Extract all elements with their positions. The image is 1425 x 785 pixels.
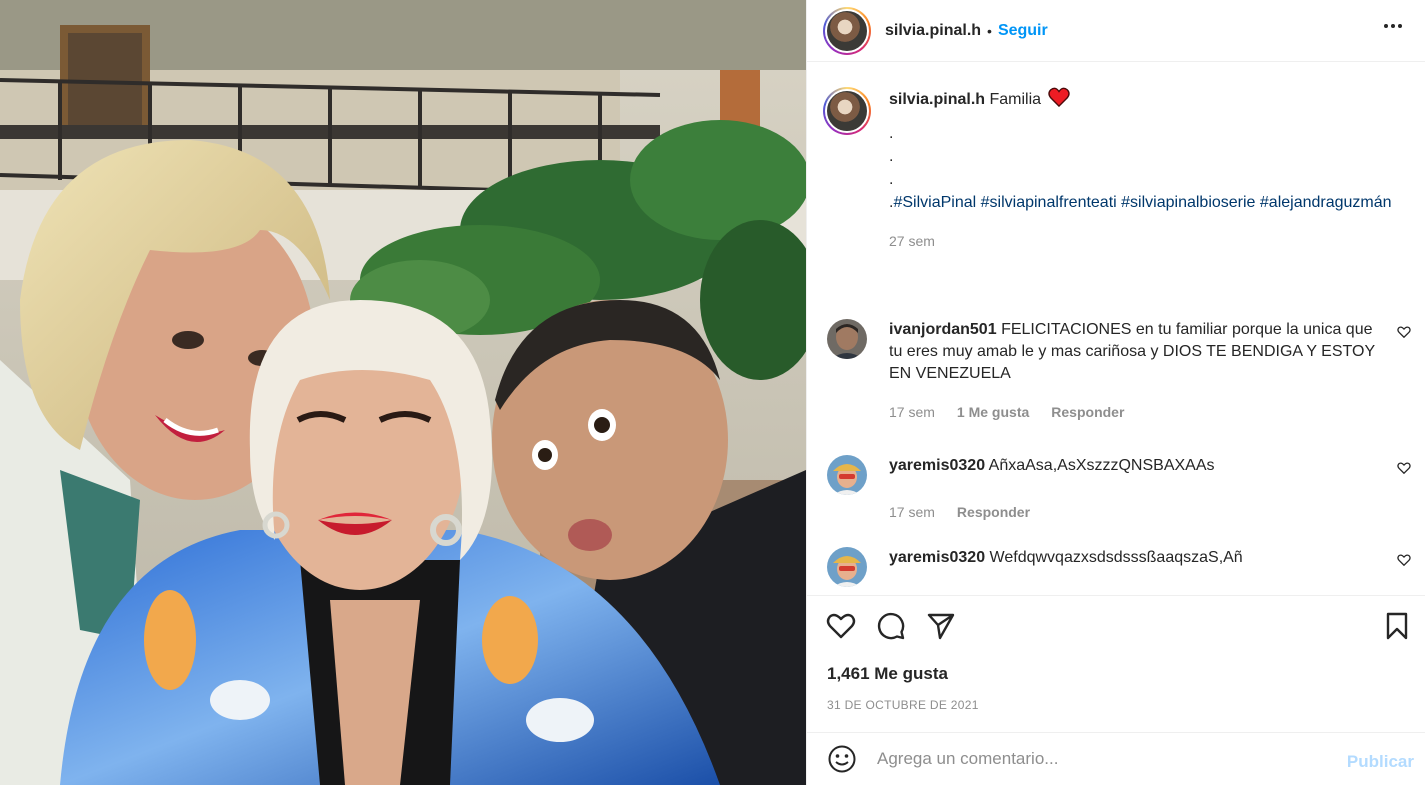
commenter-avatar[interactable] bbox=[827, 319, 867, 359]
emoji-picker-icon[interactable] bbox=[827, 744, 857, 774]
comment-username[interactable]: yaremis0320 bbox=[889, 457, 985, 474]
author-username[interactable]: silvia.pinal.h bbox=[885, 22, 981, 40]
comment-likes[interactable]: 1 Me gusta bbox=[957, 401, 1029, 423]
caption-text: Familia bbox=[989, 91, 1042, 108]
comment-item: yaremis0320 WefdqwvqazxsdsdsssßaaqszaS,A… bbox=[823, 547, 1413, 587]
red-heart-icon bbox=[1047, 87, 1070, 107]
share-icon[interactable] bbox=[925, 610, 957, 642]
comment-time[interactable]: 17 sem bbox=[889, 401, 935, 423]
comment-input[interactable] bbox=[877, 749, 1317, 769]
post-actions: 1,461 Me gusta 31 DE OCTUBRE DE 2021 bbox=[807, 595, 1425, 732]
reply-button[interactable]: Responder bbox=[1051, 401, 1124, 423]
comment-like-icon[interactable] bbox=[1397, 553, 1411, 567]
comment-like-icon[interactable] bbox=[1397, 325, 1411, 339]
commenter-avatar[interactable] bbox=[827, 547, 867, 587]
comment-item: yaremis0320 AñxaAsa,AsXszzzQNSBAXAAs 17 … bbox=[823, 455, 1413, 523]
post-photo[interactable] bbox=[0, 0, 806, 785]
comment-text: AñxaAsa,AsXszzzQNSBAXAAs bbox=[988, 457, 1215, 474]
commenter-avatar[interactable] bbox=[827, 455, 867, 495]
post-date[interactable]: 31 DE OCTUBRE DE 2021 bbox=[827, 698, 979, 712]
hashtag-link[interactable]: #silviapinalbioserie bbox=[1121, 194, 1255, 211]
like-icon[interactable] bbox=[825, 610, 857, 642]
post-caption: silvia.pinal.h Familia . . . .#SilviaPin… bbox=[823, 87, 1413, 252]
header-separator: • bbox=[987, 22, 992, 39]
caption-username[interactable]: silvia.pinal.h bbox=[889, 91, 985, 108]
comment-composer: Publicar bbox=[807, 732, 1425, 785]
hashtag-link[interactable]: #silviapinalfrenteati bbox=[981, 194, 1117, 211]
caption-hashtags: .#SilviaPinal #silviapinalfrenteati #sil… bbox=[889, 194, 1392, 211]
hashtag-link[interactable]: #alejandraguzmán bbox=[1260, 194, 1392, 211]
caption-time[interactable]: 27 sem bbox=[889, 230, 1413, 252]
hashtag-link[interactable]: #SilviaPinal bbox=[893, 194, 976, 211]
caption-avatar[interactable] bbox=[823, 87, 871, 135]
comment-icon[interactable] bbox=[875, 610, 907, 642]
like-count[interactable]: 1,461 Me gusta bbox=[827, 664, 948, 684]
comments-list[interactable]: silvia.pinal.h Familia . . . .#SilviaPin… bbox=[807, 63, 1425, 594]
comment-item: ivanjordan501 FELICITACIONES en tu famil… bbox=[823, 319, 1413, 423]
post-header: silvia.pinal.h • Seguir bbox=[807, 0, 1425, 62]
publish-button[interactable]: Publicar bbox=[1347, 752, 1414, 772]
reply-button[interactable]: Responder bbox=[957, 501, 1030, 523]
post-photo-image bbox=[0, 0, 806, 785]
post-sidebar: silvia.pinal.h • Seguir silvia.pinal.h F… bbox=[806, 0, 1425, 785]
author-avatar[interactable] bbox=[823, 6, 871, 55]
comment-text: WefdqwvqazxsdsdsssßaaqszaS,Añ bbox=[989, 549, 1243, 566]
caption-dots: . . . bbox=[889, 125, 894, 188]
comment-username[interactable]: ivanjordan501 bbox=[889, 321, 997, 338]
comment-like-icon[interactable] bbox=[1397, 461, 1411, 475]
comment-username[interactable]: yaremis0320 bbox=[889, 549, 985, 566]
bookmark-icon[interactable] bbox=[1381, 610, 1413, 642]
comment-time[interactable]: 17 sem bbox=[889, 501, 935, 523]
more-options-icon[interactable] bbox=[1378, 14, 1408, 38]
follow-button[interactable]: Seguir bbox=[998, 22, 1048, 40]
